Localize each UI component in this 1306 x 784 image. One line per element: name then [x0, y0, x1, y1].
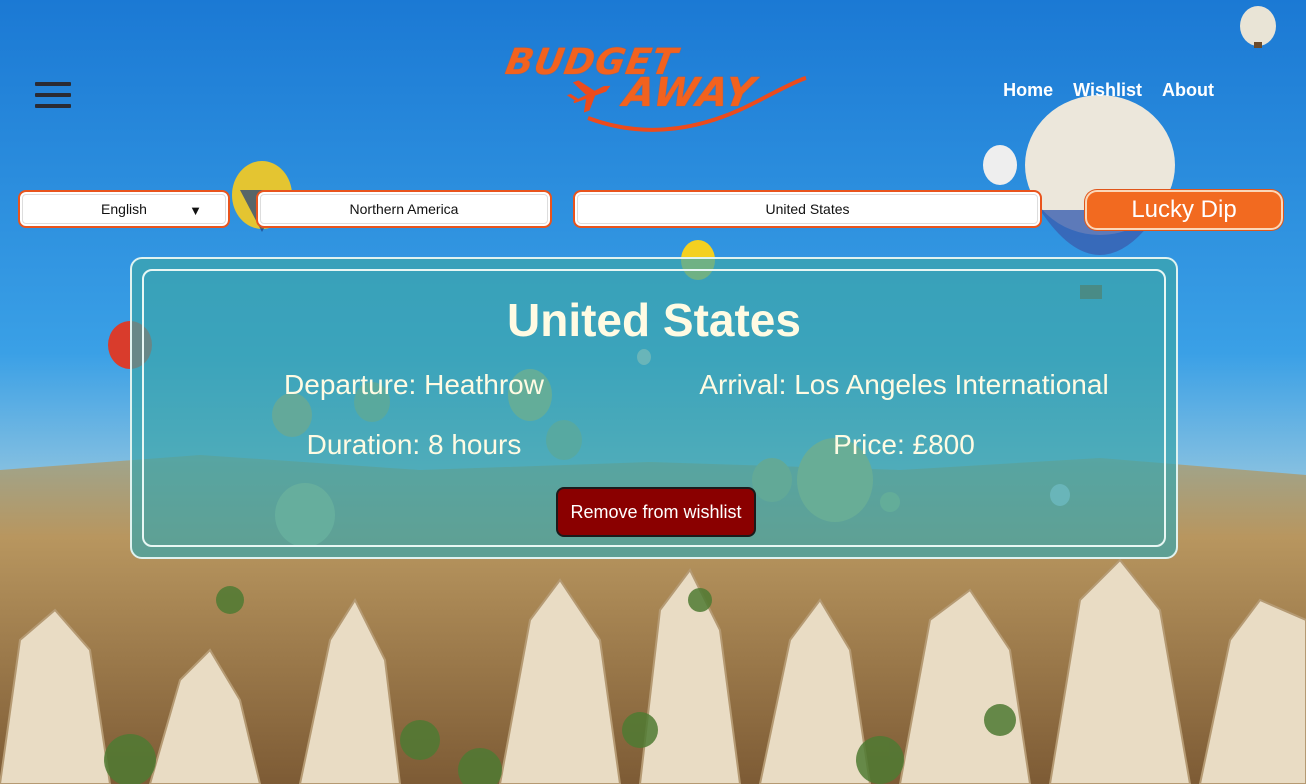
nav-home-link[interactable]: Home — [1003, 80, 1053, 101]
hamburger-bar — [35, 93, 71, 97]
region-input[interactable]: Northern America — [256, 190, 552, 228]
language-select-value: English — [101, 201, 147, 217]
hamburger-bar — [35, 82, 71, 86]
budget-away-logo[interactable]: BUDGET AWAY — [498, 40, 818, 140]
dropdown-caret-icon: ▼ — [189, 203, 202, 218]
region-input-value: Northern America — [349, 201, 459, 217]
language-select[interactable]: English ▼ — [18, 190, 230, 228]
hamburger-bar — [35, 104, 71, 108]
duration-info: Duration: 8 hours — [306, 429, 522, 460]
nav-wishlist-link[interactable]: Wishlist — [1073, 80, 1142, 101]
hamburger-menu-icon[interactable] — [35, 82, 71, 110]
destination-card: United States Departure: Heathrow Arriva… — [130, 257, 1178, 559]
logo-text-line2: AWAY — [619, 70, 759, 116]
departure-info: Departure: Heathrow — [284, 369, 544, 400]
price-info: Price: £800 — [833, 429, 975, 460]
top-navigation: Home Wishlist About — [1003, 80, 1214, 101]
lucky-dip-button[interactable]: Lucky Dip — [1085, 190, 1283, 230]
country-input[interactable]: United States — [573, 190, 1042, 228]
destination-card-inner: United States Departure: Heathrow Arriva… — [142, 269, 1166, 547]
nav-about-link[interactable]: About — [1162, 80, 1214, 101]
remove-from-wishlist-button[interactable]: Remove from wishlist — [556, 487, 756, 537]
country-input-value: United States — [765, 201, 850, 217]
arrival-info: Arrival: Los Angeles International — [699, 369, 1109, 400]
destination-title: United States — [507, 294, 801, 346]
